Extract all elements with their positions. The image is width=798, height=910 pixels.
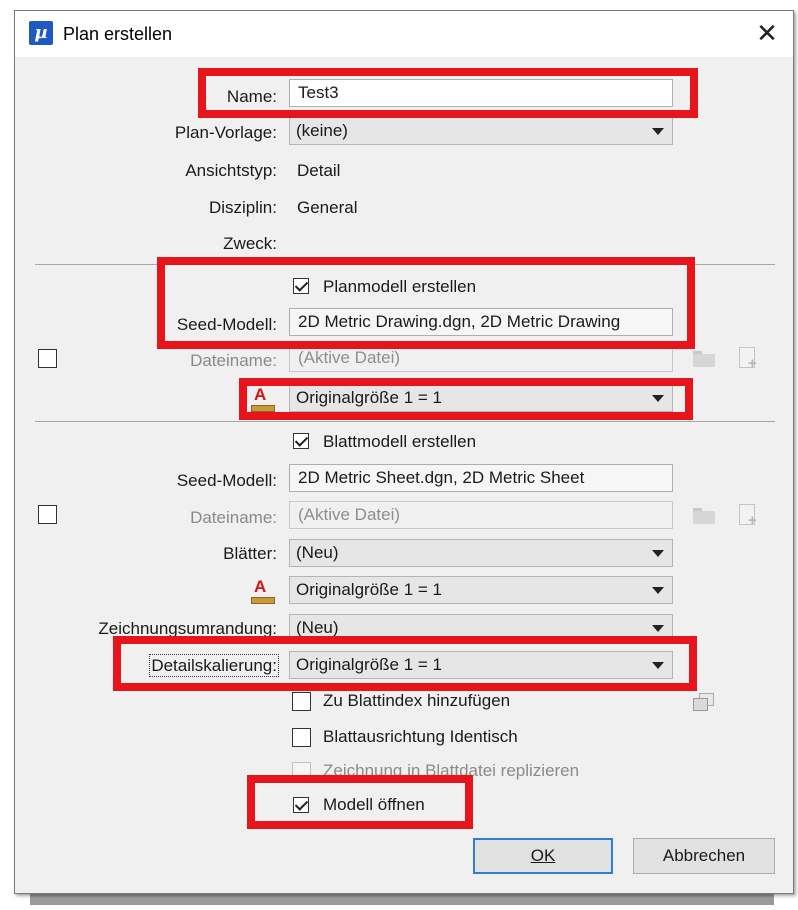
blaetter-dropdown[interactable]: (Neu) [289, 539, 673, 567]
sheet-seed-modell-label: Seed-Modell: [176, 471, 277, 490]
planmodell-erstellen-label: Planmodell erstellen [323, 277, 477, 296]
replizieren-checkbox[interactable] [292, 762, 311, 781]
plan-dateiname-label: Dateiname: [190, 351, 277, 370]
microstation-app-icon: µ [29, 21, 53, 45]
ansichtstyp-label: Ansichtstyp: [185, 161, 277, 180]
detailskalierung-label-text: Detailskalierung: [149, 654, 279, 677]
blattmodell-erstellen-label: Blattmodell erstellen [323, 432, 477, 451]
zweck-label: Zweck: [223, 234, 277, 253]
zeichnungsumrandung-label: Zeichnungsumrandung: [98, 619, 277, 638]
chevron-down-icon [652, 550, 664, 557]
dialog-title: Plan erstellen [63, 24, 173, 44]
new-file-icon[interactable]: + [739, 504, 759, 528]
ansichtstyp-value: Detail [297, 161, 341, 180]
zeichnungsumrandung-dropdown[interactable]: (Neu) [289, 614, 673, 642]
sheet-scale-dropdown[interactable]: Originalgröße 1 = 1 [289, 576, 673, 604]
blattausrichtung-checkbox[interactable] [292, 728, 311, 747]
chevron-down-icon [652, 128, 664, 135]
planmodell-erstellen-checkbox[interactable] [293, 278, 309, 294]
plan-scale-value: Originalgröße 1 = 1 [296, 388, 442, 407]
chevron-down-icon [652, 625, 664, 632]
sheet-separate-file-checkbox[interactable] [38, 505, 57, 524]
folder-icon[interactable] [693, 351, 715, 367]
section-divider [35, 264, 775, 265]
zu-blattindex-label: Zu Blattindex hinzufügen [323, 691, 511, 710]
plan-separate-file-checkbox[interactable] [38, 349, 57, 368]
sheet-dateiname-field[interactable]: (Aktive Datei) [289, 501, 673, 529]
plan-vorlage-dropdown[interactable]: (keine) [289, 117, 673, 145]
new-file-icon[interactable]: + [739, 347, 759, 371]
annotation-scale-icon: A [251, 385, 275, 412]
blattausrichtung-label: Blattausrichtung Identisch [323, 727, 518, 746]
sheet-dateiname-label: Dateiname: [190, 508, 277, 527]
name-input[interactable]: Test3 [289, 79, 673, 107]
zeichnungsumrandung-value: (Neu) [296, 618, 339, 637]
annotation-scale-icon: A [251, 577, 275, 604]
dialog-shadow [30, 893, 774, 905]
chevron-down-icon [652, 395, 664, 402]
plan-dateiname-field[interactable]: (Aktive Datei) [289, 344, 673, 372]
title-bar: µ Plan erstellen ✕ [15, 11, 793, 57]
plan-vorlage-label: Plan-Vorlage: [174, 123, 277, 142]
zu-blattindex-checkbox[interactable] [292, 692, 311, 711]
detailskalierung-value: Originalgröße 1 = 1 [296, 655, 442, 674]
replizieren-label: Zeichnung in Blattdatei replizieren [323, 761, 580, 780]
plan-scale-dropdown[interactable]: Originalgröße 1 = 1 [289, 384, 673, 412]
name-label: Name: [226, 87, 277, 106]
sheet-scale-value: Originalgröße 1 = 1 [296, 580, 442, 599]
modell-oeffnen-label: Modell öffnen [323, 795, 425, 814]
chevron-down-icon [652, 662, 664, 669]
close-icon[interactable]: ✕ [749, 17, 785, 51]
sheet-seed-modell-field[interactable]: 2D Metric Sheet.dgn, 2D Metric Sheet [289, 464, 673, 492]
blaetter-label: Blätter: [223, 544, 277, 563]
disziplin-label: Disziplin: [208, 198, 277, 217]
plan-vorlage-value: (keine) [296, 121, 348, 140]
disziplin-value: General [297, 198, 358, 217]
ok-button[interactable]: OK [473, 838, 613, 874]
sheet-index-icon[interactable] [693, 693, 714, 711]
folder-icon[interactable] [693, 508, 715, 524]
plan-seed-modell-field[interactable]: 2D Metric Drawing.dgn, 2D Metric Drawing [289, 308, 673, 336]
modell-oeffnen-checkbox[interactable] [293, 797, 309, 813]
chevron-down-icon [652, 587, 664, 594]
section-divider [35, 421, 775, 422]
ok-button-label: OK [530, 846, 556, 865]
blaetter-value: (Neu) [296, 543, 339, 562]
detailskalierung-dropdown[interactable]: Originalgröße 1 = 1 [289, 651, 673, 679]
cancel-button[interactable]: Abbrechen [633, 838, 775, 874]
detailskalierung-label: Detailskalierung: [149, 654, 279, 677]
plan-seed-modell-label: Seed-Modell: [176, 315, 277, 334]
blattmodell-erstellen-checkbox[interactable] [293, 433, 309, 449]
plan-erstellen-dialog: µ Plan erstellen ✕ Name: Test3 Plan-Vorl… [14, 10, 794, 894]
